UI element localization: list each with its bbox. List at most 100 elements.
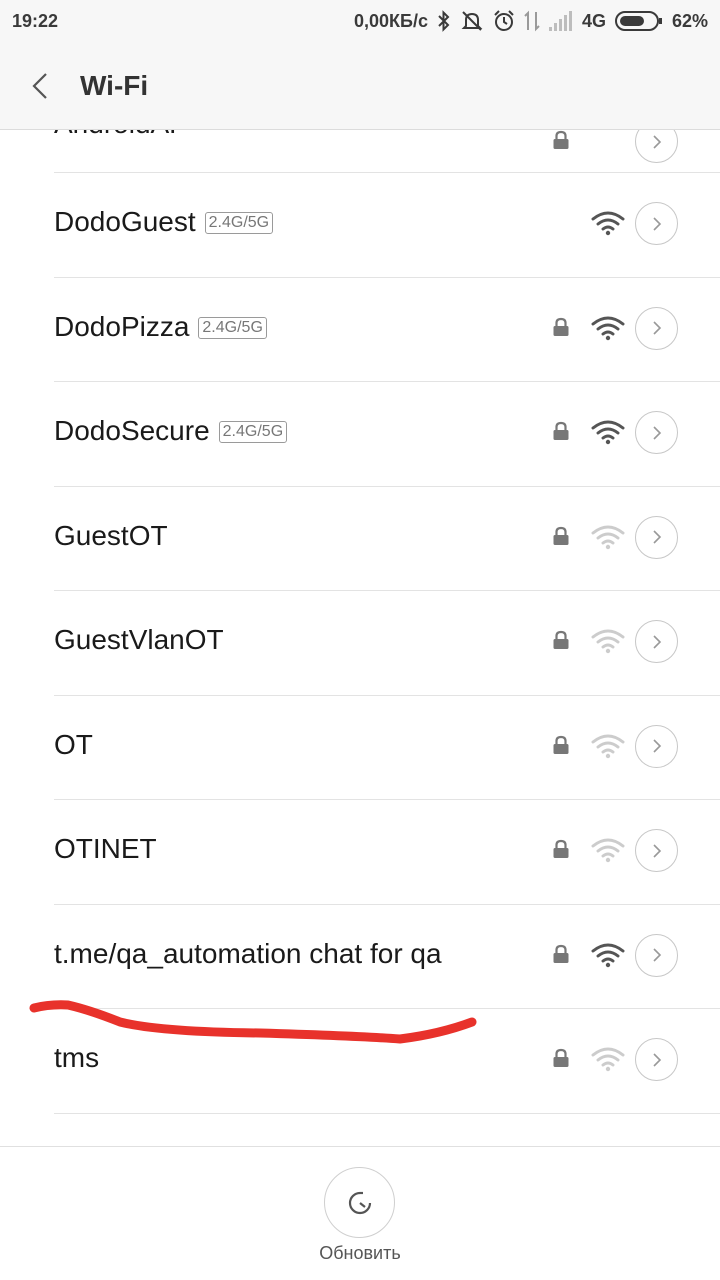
divider (54, 172, 720, 173)
network-name: OT (54, 728, 93, 760)
network-name: tms (54, 1042, 100, 1073)
refresh-button[interactable] (324, 1167, 395, 1238)
list-item[interactable]: GuestOT (0, 485, 720, 591)
network-name-container: OT (54, 729, 93, 761)
network-speed: 0,00КБ/с (353, 10, 428, 31)
lock-icon (553, 130, 569, 149)
chevron-right-icon (652, 634, 661, 649)
divider (54, 590, 720, 591)
lock-icon (553, 1048, 569, 1067)
network-name-container: t.me/qa_automation chat for qa (54, 938, 442, 970)
lock-icon (553, 944, 569, 963)
list-item[interactable]: OT (0, 694, 720, 800)
lock-icon (553, 630, 569, 649)
network-details-button[interactable] (635, 933, 678, 977)
lock-icon (553, 839, 569, 858)
network-details-button[interactable] (635, 306, 678, 350)
network-details-button[interactable] (635, 1038, 678, 1081)
battery-icon (614, 11, 663, 31)
divider (54, 1113, 720, 1114)
refresh-icon (348, 1191, 371, 1214)
signal-icon (548, 11, 572, 31)
status-time: 19:22 (12, 10, 59, 31)
divider (54, 1008, 720, 1009)
network-name: GuestOT (54, 519, 168, 551)
wifi-signal-icon (591, 838, 625, 863)
network-details-button[interactable] (635, 724, 678, 768)
network-name-container: OTINET (54, 833, 157, 865)
network-name-container: GuestOT (54, 520, 168, 552)
battery-percent: 62% (671, 10, 708, 31)
wifi-signal-icon (591, 525, 625, 549)
list-item[interactable]: DodoGuest 2.4G/5G (0, 172, 720, 277)
chevron-right-icon (652, 216, 661, 231)
chevron-right-icon (652, 739, 661, 753)
network-details-button[interactable] (635, 515, 678, 559)
divider (54, 694, 720, 696)
chevron-left-icon (32, 72, 47, 99)
divider (54, 381, 720, 382)
list-item[interactable]: tms (0, 1008, 720, 1113)
list-item[interactable]: DodoPizza 2.4G/5G (0, 276, 720, 382)
status-bar: 19:22 0,00КБ/с 4G 62% (0, 0, 720, 42)
wifi-signal-icon (591, 734, 625, 758)
network-name-container: DodoGuest 2.4G/5G (54, 206, 274, 238)
divider (54, 799, 720, 800)
refresh-label: Обновить (319, 1243, 401, 1263)
network-details-button[interactable] (635, 202, 678, 245)
data-arrows-icon (524, 10, 540, 32)
network-name-container: GuestVlanOT (54, 624, 224, 656)
bottom-bar: Обновить (0, 1146, 720, 1280)
wifi-network-list: AndroidAP DodoGuest 2.4G/5G DodoPizza 2.4G/… (0, 130, 720, 1146)
network-name: OTINET (54, 833, 157, 864)
network-name-container: DodoPizza 2.4G/5G (54, 311, 267, 343)
network-name-container: DodoSecure 2.4G/5G (54, 415, 288, 447)
divider (54, 276, 720, 278)
network-name: t.me/qa_automation chat for qa (54, 937, 442, 969)
network-name: DodoGuest (54, 206, 196, 237)
band-badge: 2.4G/5G (204, 212, 274, 234)
bluetooth-icon (438, 10, 450, 32)
list-item[interactable]: OTINET (0, 799, 720, 904)
chevron-right-icon (652, 425, 661, 440)
wifi-signal-icon (591, 629, 625, 654)
network-name: DodoPizza (54, 310, 190, 342)
alarm-icon (494, 10, 514, 31)
list-item[interactable]: t.me/qa_automation chat for qa (0, 903, 720, 1009)
lock-icon (553, 421, 569, 440)
mute-icon (461, 11, 483, 31)
list-item[interactable]: AndroidAP (0, 130, 720, 172)
network-type: 4G (581, 10, 606, 31)
app-header: Wi-Fi (0, 42, 720, 130)
chevron-right-icon (652, 321, 661, 335)
network-name-container: tms (54, 1042, 99, 1074)
network-name: DodoSecure (54, 415, 210, 446)
wifi-signal-icon (591, 943, 625, 967)
back-button[interactable] (0, 42, 80, 130)
network-name: AndroidAP (54, 130, 188, 140)
list-item[interactable]: DodoSecure 2.4G/5G (0, 381, 720, 486)
network-details-button[interactable] (635, 130, 678, 163)
lock-icon (553, 735, 569, 754)
wifi-signal-icon (591, 1047, 625, 1072)
divider (54, 903, 720, 905)
band-badge: 2.4G/5G (218, 421, 288, 443)
wifi-signal-icon (591, 316, 625, 340)
wifi-signal-icon (591, 211, 625, 236)
lock-icon (553, 526, 569, 545)
list-item[interactable]: GuestVlanOT (0, 590, 720, 695)
status-icons: 0,00КБ/с 4G 62% (354, 10, 708, 32)
chevron-right-icon (652, 530, 661, 544)
chevron-right-icon (652, 1052, 661, 1067)
divider (54, 485, 720, 487)
band-badge: 2.4G/5G (198, 316, 267, 339)
network-details-button[interactable] (635, 620, 678, 663)
network-name: GuestVlanOT (54, 624, 224, 655)
page-title: Wi-Fi (80, 69, 149, 101)
lock-icon (553, 317, 569, 336)
chevron-right-icon (652, 134, 661, 149)
network-details-button[interactable] (635, 411, 678, 454)
chevron-right-icon (652, 948, 661, 962)
wifi-signal-icon (591, 420, 625, 445)
network-details-button[interactable] (635, 829, 678, 872)
